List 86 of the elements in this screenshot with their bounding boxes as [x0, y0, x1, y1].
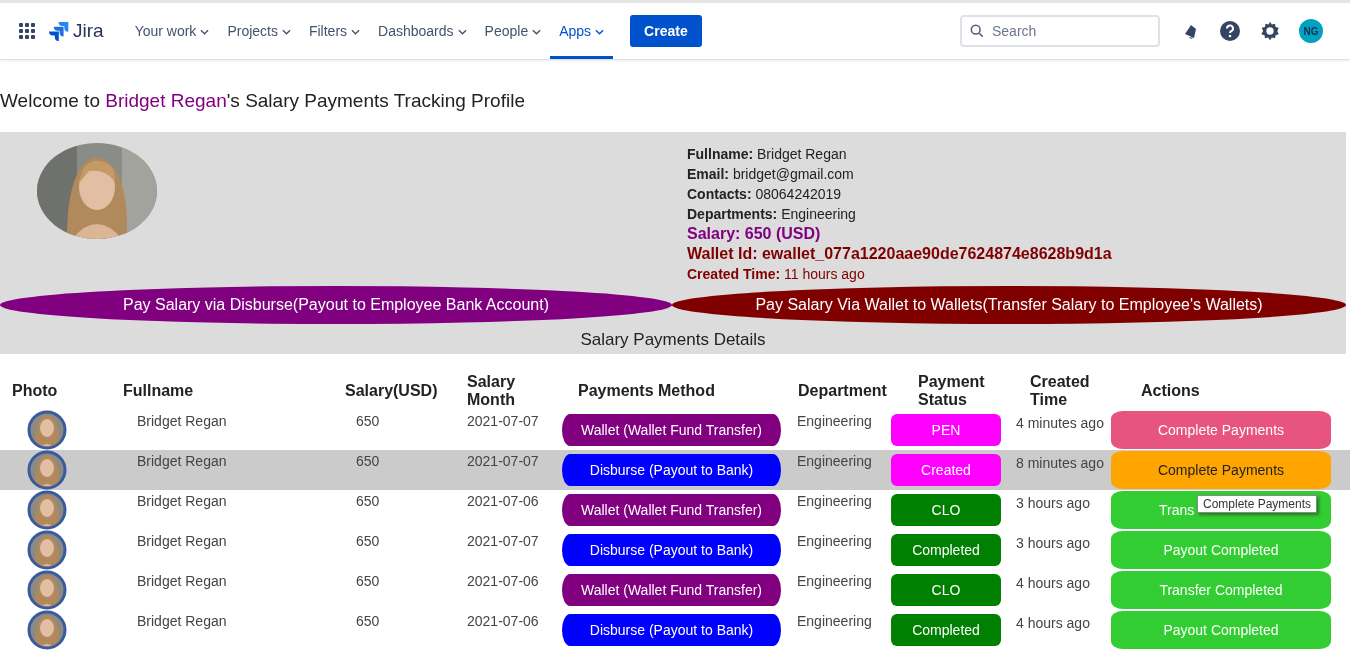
- payment-method-tag: Disburse (Payout to Bank): [562, 534, 781, 566]
- payment-status-tag: Created: [891, 454, 1001, 486]
- column-header: Department: [797, 382, 885, 400]
- welcome-heading: Welcome to Bridget Regan's Salary Payments Tracking Profile: [0, 90, 526, 112]
- table-cell: Engineering: [797, 413, 872, 429]
- table-cell: Engineering: [797, 453, 872, 469]
- chevron-down-icon: [351, 29, 361, 35]
- action-button[interactable]: Complete Payments: [1111, 411, 1331, 449]
- column-header: Salary Month: [466, 373, 517, 409]
- table-cell: 650: [356, 533, 380, 549]
- column-header: Created Time: [1029, 373, 1090, 409]
- pay-salary-button[interactable]: Pay Salary Via Wallet to Wallets(Transfer Salary to Employee's Wallets): [672, 286, 1346, 324]
- app-grid-icon[interactable]: [19, 23, 35, 39]
- payment-status-tag: CLO: [891, 574, 1001, 606]
- profile-field: Salary: 650 (USD): [687, 224, 1112, 244]
- profile-field: Email: bridget@gmail.com: [687, 164, 1112, 184]
- profile-field: Contacts: 08064242019: [687, 184, 1112, 204]
- table-cell: 8 minutes ago: [1016, 455, 1104, 471]
- table-cell: 650: [356, 453, 380, 469]
- column-header: Payments Method: [577, 382, 716, 400]
- chevron-down-icon: [457, 29, 467, 35]
- table-cell: 2021-07-06: [467, 493, 539, 509]
- nav-menu-item[interactable]: Your work: [125, 3, 219, 59]
- table-cell: Bridget Regan: [137, 613, 227, 629]
- selected-row-highlight[interactable]: Bridget Regan 650 2021-07-07 Disburse (Payout to Bank) Engineering Created 8 minutes ago Complete Payments: [0, 450, 1350, 490]
- table-cell: 650: [356, 413, 380, 429]
- table-cell: 4 hours ago: [1016, 615, 1090, 631]
- action-button[interactable]: Complete Payments: [1111, 451, 1331, 489]
- payment-method-tag: Disburse (Payout to Bank): [562, 454, 781, 486]
- table-cell: 3 hours ago: [1016, 495, 1090, 511]
- payment-method-tag: Wallet (Wallet Fund Transfer): [562, 494, 781, 526]
- table-cell: Bridget Regan: [137, 533, 227, 549]
- user-avatar[interactable]: NG: [1299, 19, 1323, 43]
- table-cell: 650: [356, 573, 380, 589]
- nav-menu-item[interactable]: Apps: [550, 3, 614, 59]
- settings-icon[interactable]: [1259, 20, 1281, 42]
- payment-method-tag: Wallet (Wallet Fund Transfer): [562, 574, 781, 606]
- nav-menu-item[interactable]: Projects: [218, 3, 300, 59]
- payment-status-tag: CLO: [891, 494, 1001, 526]
- table-cell: Engineering: [797, 613, 872, 629]
- chevron-down-icon: [281, 29, 291, 35]
- column-header: Photo: [11, 382, 59, 400]
- payment-method-tag: Wallet (Wallet Fund Transfer): [562, 414, 781, 446]
- table-cell: Bridget Regan: [137, 573, 227, 589]
- section-title: Salary Payments Details: [579, 329, 767, 351]
- profile-field: Departments: Engineering: [687, 204, 1112, 224]
- help-icon[interactable]: [1219, 20, 1241, 42]
- payment-status-tag: Completed: [891, 534, 1001, 566]
- table-cell: Engineering: [797, 573, 872, 589]
- table-cell: 4 hours ago: [1016, 575, 1090, 591]
- table-cell: Engineering: [797, 533, 872, 549]
- create-button[interactable]: Create: [630, 15, 702, 47]
- jira-logo-icon: [49, 21, 69, 41]
- payment-method-tag: Disburse (Payout to Bank): [562, 614, 781, 646]
- nav-menu-item[interactable]: Filters: [299, 3, 370, 59]
- table-cell: 650: [356, 493, 380, 509]
- tooltip: Complete Payments: [1197, 495, 1318, 513]
- payment-status-tag: Completed: [891, 614, 1001, 646]
- table-cell: 2021-07-07: [467, 413, 539, 429]
- jira-logo-text[interactable]: Jira: [73, 20, 104, 42]
- table-cell: 650: [356, 613, 380, 629]
- nav-menu-item[interactable]: People: [475, 3, 551, 59]
- table-cell: 2021-07-06: [467, 573, 539, 589]
- profile-field: Wallet Id: ewallet_077a1220aae90de7624874e8628b9d1a: [687, 244, 1112, 264]
- table-cell: 2021-07-06: [467, 613, 539, 629]
- table-cell: Bridget Regan: [137, 413, 227, 429]
- column-header: Salary(USD): [344, 382, 439, 400]
- table-cell: Engineering: [797, 493, 872, 509]
- chevron-down-icon: [200, 29, 210, 35]
- column-header: Fullname: [122, 382, 195, 400]
- payment-status-tag: PEN: [891, 414, 1001, 446]
- table-cell: Bridget Regan: [137, 453, 227, 469]
- table-cell: 4 minutes ago: [1016, 415, 1104, 431]
- profile-field: Created Time: 11 hours ago: [687, 264, 1112, 284]
- column-header: Actions: [1140, 382, 1201, 400]
- table-cell: 2021-07-07: [467, 453, 539, 469]
- chevron-down-icon: [532, 29, 542, 35]
- table-cell: 2021-07-07: [467, 533, 539, 549]
- table-cell: 3 hours ago: [1016, 535, 1090, 551]
- chevron-down-icon: [595, 29, 605, 35]
- profile-field: Fullname: Bridget Regan: [687, 144, 1112, 164]
- nav-menu-item[interactable]: Dashboards: [369, 3, 476, 59]
- search-field[interactable]: Search: [960, 15, 1160, 47]
- pay-salary-button[interactable]: Pay Salary via Disburse(Payout to Employee Bank Account): [0, 286, 672, 324]
- table-cell: Bridget Regan: [137, 493, 227, 509]
- column-header: Payment Status: [917, 373, 986, 409]
